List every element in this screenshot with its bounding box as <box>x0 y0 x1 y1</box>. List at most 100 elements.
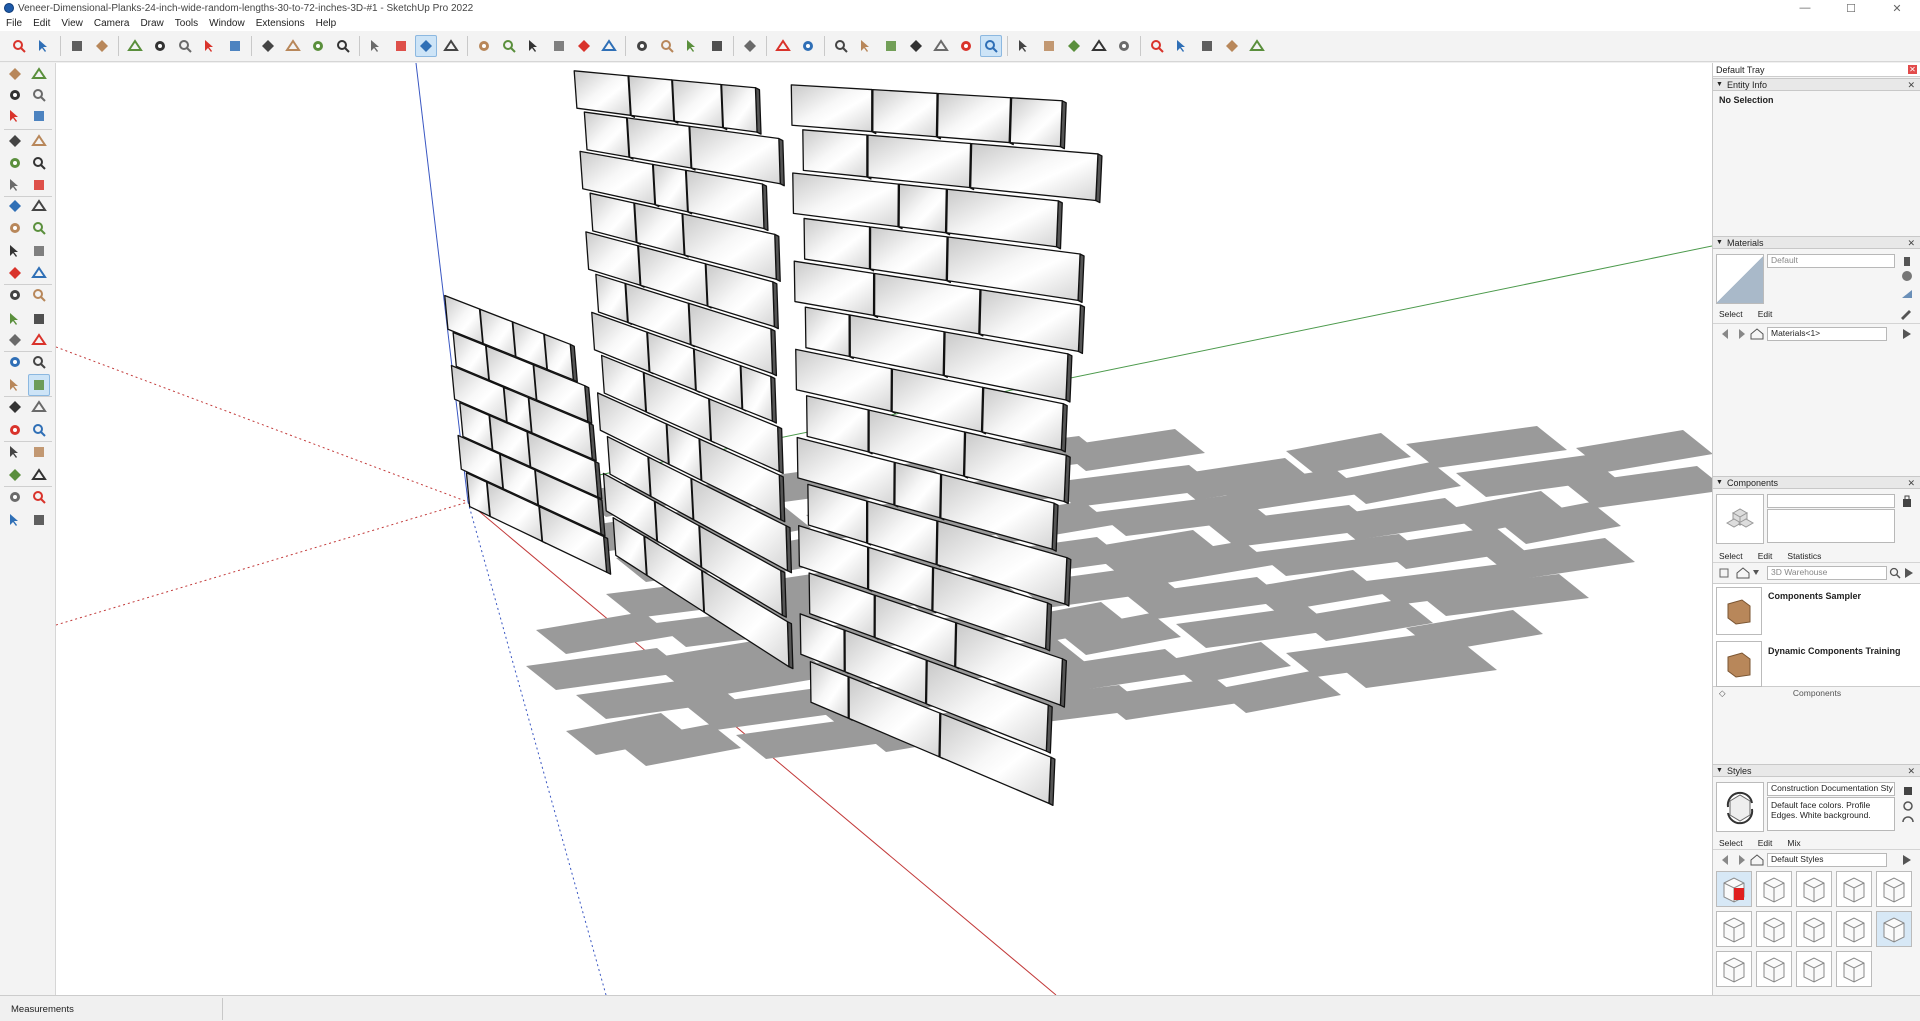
menu-file[interactable]: File <box>6 18 22 29</box>
material-tools-icon[interactable] <box>1899 254 1915 304</box>
monochrome-button[interactable] <box>930 35 952 57</box>
search-icon[interactable] <box>1889 567 1901 579</box>
previous-tool-button[interactable] <box>28 419 50 441</box>
front-view-button[interactable] <box>681 35 703 57</box>
dimension-tool-button[interactable] <box>28 308 50 330</box>
list-item[interactable]: Dynamic Components Training <box>1716 641 1916 691</box>
axes-tool-button[interactable] <box>4 351 26 373</box>
zoom-2-button[interactable] <box>1013 35 1035 57</box>
textured-button[interactable] <box>905 35 927 57</box>
right-view-button[interactable] <box>706 35 728 57</box>
layers-button[interactable] <box>523 35 545 57</box>
orbit-2-tool-button[interactable] <box>4 374 26 396</box>
pencil-tool-button[interactable] <box>28 105 50 127</box>
list-item[interactable]: Components Sampler <box>1716 587 1916 637</box>
material-swatch[interactable] <box>1716 254 1764 304</box>
material-name-field[interactable]: Default <box>1767 254 1895 268</box>
style-thumbnail[interactable] <box>1716 871 1752 907</box>
zoom-button[interactable] <box>440 35 462 57</box>
style-thumbnail[interactable] <box>1796 911 1832 947</box>
tray-close-icon[interactable]: ✕ <box>1908 65 1917 74</box>
follow-me-button[interactable] <box>199 35 221 57</box>
select-arrow-button[interactable] <box>33 35 55 57</box>
walk-button[interactable] <box>1146 35 1168 57</box>
rectangle-tool-button[interactable] <box>4 152 26 174</box>
component-description-field[interactable] <box>1767 509 1895 543</box>
sandbox-button[interactable] <box>498 35 520 57</box>
eraser-button[interactable] <box>66 35 88 57</box>
materials-library-select[interactable]: Materials<1> <box>1767 327 1887 341</box>
panel-close-icon[interactable]: ✕ <box>1907 477 1915 489</box>
style-thumbnail[interactable] <box>1756 871 1792 907</box>
scale-button[interactable] <box>282 35 304 57</box>
paint-bucket-tool-button[interactable] <box>4 84 26 106</box>
look-around-tool-button[interactable] <box>28 441 50 463</box>
tab-styles-select[interactable]: Select <box>1719 838 1743 848</box>
xray-button[interactable] <box>797 35 819 57</box>
component-lock-icon[interactable] <box>1901 494 1913 508</box>
style-name-field[interactable]: Construction Documentation Sty <box>1767 782 1895 796</box>
tab-styles-mix[interactable]: Mix <box>1787 838 1800 848</box>
zoom-tool-button[interactable] <box>4 396 26 418</box>
circle-tool-button[interactable] <box>4 174 26 196</box>
select-arrow-tool-button[interactable] <box>4 63 26 85</box>
style-thumbnail[interactable] <box>1756 911 1792 947</box>
tab-components-select[interactable]: Select <box>1719 551 1743 561</box>
pan-2-button[interactable] <box>980 35 1002 57</box>
entity-info-header[interactable]: Entity Info ✕ <box>1713 78 1920 91</box>
tab-materials-select[interactable]: Select <box>1719 309 1743 319</box>
menu-draw[interactable]: Draw <box>140 18 163 29</box>
text-tool-button[interactable] <box>28 329 50 351</box>
layers-tool-button[interactable] <box>4 509 26 531</box>
hidden-line-button[interactable] <box>855 35 877 57</box>
tab-components-edit[interactable]: Edit <box>1758 551 1773 561</box>
rectangle-button[interactable] <box>149 35 171 57</box>
style-thumbnail[interactable] <box>1796 871 1832 907</box>
back-view-button[interactable] <box>739 35 761 57</box>
zoom-extents-tool-button[interactable] <box>4 419 26 441</box>
component-name-field[interactable] <box>1767 494 1895 508</box>
style-thumbnail[interactable] <box>1716 951 1752 987</box>
search-button[interactable] <box>8 35 30 57</box>
3d-text-tool-button[interactable] <box>28 351 50 373</box>
pan-tool-button[interactable] <box>28 374 50 396</box>
rotate-tool-button[interactable] <box>4 262 26 284</box>
menu-camera[interactable]: Camera <box>94 18 130 29</box>
top-view-button[interactable] <box>656 35 678 57</box>
zoom-extents-button[interactable] <box>473 35 495 57</box>
scale-tool-button[interactable] <box>4 284 26 306</box>
terrain-tool-button[interactable] <box>28 486 50 508</box>
move-button[interactable] <box>224 35 246 57</box>
shaded-button[interactable] <box>880 35 902 57</box>
components-search-input[interactable]: 3D Warehouse <box>1767 566 1887 580</box>
style-description-field[interactable]: Default face colors. Profile Edges. Whit… <box>1767 797 1895 831</box>
previous-view-button[interactable] <box>1088 35 1110 57</box>
close-button[interactable]: ✕ <box>1874 0 1920 16</box>
style-thumbnail[interactable] <box>1756 951 1792 987</box>
text-button[interactable] <box>332 35 354 57</box>
tape-measure-button[interactable] <box>307 35 329 57</box>
line-tool-button[interactable] <box>4 130 26 152</box>
rotated-rect-tool-button[interactable] <box>28 152 50 174</box>
pie-tool-button[interactable] <box>28 195 50 217</box>
style-thumbnail[interactable] <box>1876 871 1912 907</box>
styles-library-select[interactable]: Default Styles <box>1767 853 1887 867</box>
components-nav-icons[interactable] <box>1719 567 1763 579</box>
rotate-button[interactable] <box>257 35 279 57</box>
stamp-tool-button[interactable] <box>28 509 50 531</box>
zoom-window-button[interactable] <box>1038 35 1060 57</box>
details-arrow-icon[interactable] <box>1903 567 1915 579</box>
pencil-line-button[interactable] <box>91 35 113 57</box>
push-pull-tool-button[interactable] <box>28 240 50 262</box>
section-plane-button[interactable] <box>1196 35 1218 57</box>
position-camera-tool-button[interactable] <box>4 441 26 463</box>
tape-measure-tool-button[interactable] <box>4 308 26 330</box>
eraser-tool-button[interactable] <box>28 84 50 106</box>
component-tool-button[interactable] <box>4 105 26 127</box>
model-viewport[interactable] <box>56 63 1712 995</box>
menu-window[interactable]: Window <box>209 18 245 29</box>
style-thumbnail[interactable] <box>1836 911 1872 947</box>
tab-materials-edit[interactable]: Edit <box>1758 309 1773 319</box>
styles-header[interactable]: Styles ✕ <box>1713 764 1920 777</box>
orbit-2-button[interactable] <box>955 35 977 57</box>
